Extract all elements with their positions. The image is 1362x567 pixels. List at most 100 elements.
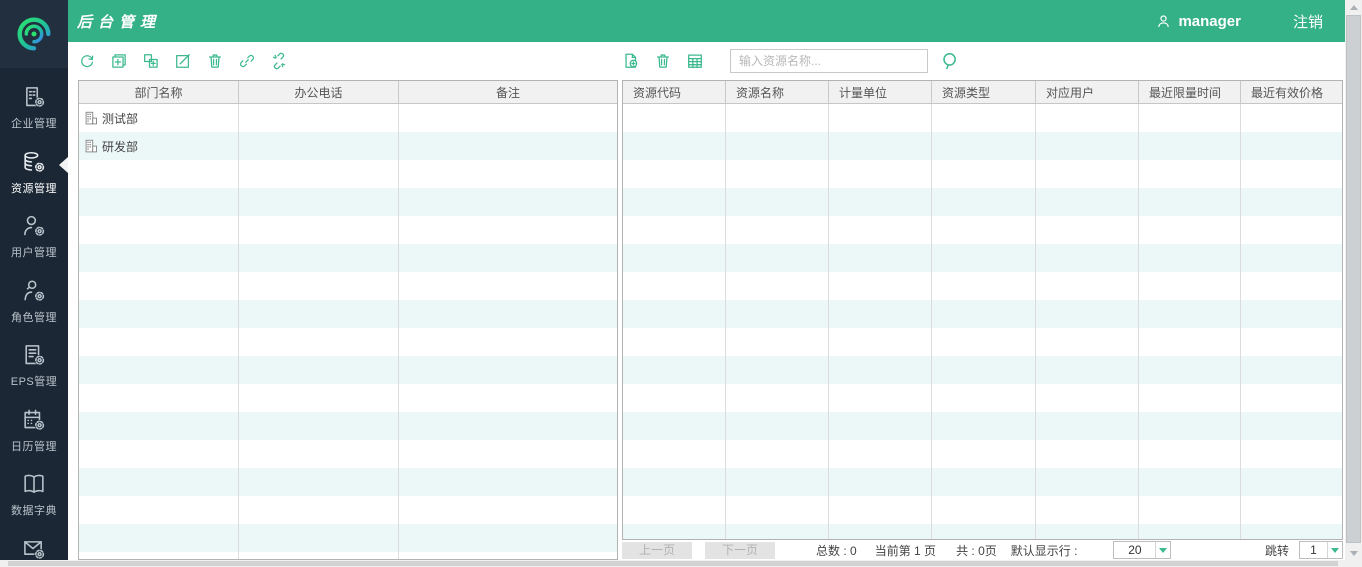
app-logo[interactable] <box>0 0 68 68</box>
column-header[interactable]: 办公电话 <box>239 81 399 103</box>
add-doc-icon[interactable] <box>622 52 640 70</box>
document-gear-icon <box>21 342 47 368</box>
next-page-button[interactable]: 下一页 <box>705 542 775 559</box>
column-divider <box>1138 104 1139 539</box>
jump-page-select[interactable]: 1 <box>1299 541 1343 559</box>
logout-link[interactable]: 注销 <box>1293 11 1323 32</box>
jump-page-value: 1 <box>1300 543 1327 557</box>
rows-per-page-label: 默认显示行 : <box>1011 542 1078 559</box>
link-icon[interactable] <box>238 52 256 70</box>
sidebar-item-EPS管理[interactable]: EPS管理 <box>0 336 68 401</box>
page-title: 后台管理 <box>68 11 161 32</box>
column-header[interactable]: 计量单位 <box>829 81 932 103</box>
book-icon <box>21 471 47 497</box>
column-divider <box>1240 104 1241 539</box>
department-toolbar <box>78 42 618 80</box>
column-header[interactable]: 最近限量时间 <box>1139 81 1241 103</box>
delete-icon[interactable] <box>654 52 672 70</box>
department-row[interactable]: 测试部 <box>79 104 617 132</box>
vertical-scrollbar-thumb[interactable] <box>1346 15 1361 543</box>
department-table: 部门名称办公电话备注 测试部 研发部 <box>78 80 618 560</box>
horizontal-scrollbar[interactable] <box>0 560 1345 567</box>
role-gear-icon <box>21 278 47 304</box>
total-count-label: 总数 : 0 <box>816 542 857 559</box>
current-page-label: 当前第 1 页 <box>875 542 936 559</box>
building-icon <box>84 139 99 154</box>
delete-icon[interactable] <box>206 52 224 70</box>
horizontal-scrollbar-thumb[interactable] <box>8 561 1338 566</box>
sidebar-item-label: 用户管理 <box>11 244 57 260</box>
unlink-icon[interactable] <box>270 52 288 70</box>
department-name: 测试部 <box>102 110 138 127</box>
sidebar-item-企业管理[interactable]: 企业管理 <box>0 78 68 143</box>
vertical-scrollbar[interactable] <box>1345 0 1362 560</box>
department-panel: 部门名称办公电话备注 测试部 研发部 <box>78 42 618 560</box>
sidebar-item-日历管理[interactable]: 日历管理 <box>0 401 68 466</box>
column-divider <box>828 104 829 539</box>
resource-toolbar <box>622 42 1343 80</box>
sidebar-item-label: 角色管理 <box>11 309 57 325</box>
column-header[interactable]: 最近有效价格 <box>1241 81 1342 103</box>
column-header[interactable]: 备注 <box>399 81 617 103</box>
page-count-label: 共 : 0页 <box>956 542 997 559</box>
copy-add-icon[interactable] <box>142 52 160 70</box>
building-icon <box>84 111 99 126</box>
scroll-up-arrow-icon[interactable] <box>1345 0 1362 14</box>
scrollbar-corner <box>1345 560 1362 567</box>
refresh-icon[interactable] <box>78 52 96 70</box>
resource-search-input[interactable] <box>730 49 928 73</box>
search-icon[interactable] <box>940 51 960 71</box>
jump-label: 跳转 <box>1265 542 1289 559</box>
sidebar-menu: 企业管理 资源管理 用户管理 角色管理 EPS管理 日历管理 数据字典 邮件配置 <box>0 78 68 567</box>
sidebar-item-label: 数据字典 <box>11 502 57 518</box>
chevron-down-icon <box>1155 542 1170 558</box>
edit-icon[interactable] <box>174 52 192 70</box>
sidebar-item-角色管理[interactable]: 角色管理 <box>0 272 68 337</box>
resource-table-body <box>623 104 1342 539</box>
user-icon <box>1155 13 1172 30</box>
app-window: 企业管理 资源管理 用户管理 角色管理 EPS管理 日历管理 数据字典 邮件配置… <box>0 0 1362 567</box>
column-header[interactable]: 对应用户 <box>1036 81 1139 103</box>
user-gear-icon <box>21 213 47 239</box>
sidebar-item-用户管理[interactable]: 用户管理 <box>0 207 68 272</box>
chevron-down-icon <box>1327 542 1342 558</box>
column-divider <box>238 104 239 559</box>
column-header[interactable]: 资源类型 <box>932 81 1036 103</box>
building-gear-icon <box>21 84 47 110</box>
resource-panel: 资源代码资源名称计量单位资源类型对应用户最近限量时间最近有效价格 上一页 下一页… <box>622 42 1343 560</box>
column-divider <box>725 104 726 539</box>
swirl-logo-icon <box>12 12 56 56</box>
department-name: 研发部 <box>102 138 138 155</box>
resource-table-header: 资源代码资源名称计量单位资源类型对应用户最近限量时间最近有效价格 <box>623 81 1342 104</box>
sidebar-item-数据字典[interactable]: 数据字典 <box>0 465 68 530</box>
sidebar-item-label: 日历管理 <box>11 438 57 454</box>
resource-table: 资源代码资源名称计量单位资源类型对应用户最近限量时间最近有效价格 <box>622 80 1343 540</box>
column-divider <box>398 104 399 559</box>
prev-page-button[interactable]: 上一页 <box>622 542 692 559</box>
sidebar-item-label: EPS管理 <box>11 373 58 389</box>
pagination-bar: 上一页 下一页 总数 : 0 当前第 1 页 共 : 0页 默认显示行 : 20… <box>622 540 1343 560</box>
database-gear-icon <box>21 149 47 175</box>
sidebar-item-资源管理[interactable]: 资源管理 <box>0 143 68 208</box>
page-size-select[interactable]: 20 <box>1113 541 1171 559</box>
column-divider <box>931 104 932 539</box>
page-size-value: 20 <box>1114 543 1155 557</box>
column-header[interactable]: 资源名称 <box>726 81 829 103</box>
username[interactable]: manager <box>1178 13 1241 30</box>
mail-gear-icon <box>21 536 47 562</box>
resource-toolbar-icons <box>622 52 718 70</box>
sidebar-item-label: 企业管理 <box>11 115 57 131</box>
add-icon[interactable] <box>110 52 128 70</box>
main-content: 部门名称办公电话备注 测试部 研发部 <box>68 42 1345 560</box>
column-header[interactable]: 资源代码 <box>623 81 726 103</box>
table-icon[interactable] <box>686 52 704 70</box>
calendar-gear-icon <box>21 407 47 433</box>
sidebar: 企业管理 资源管理 用户管理 角色管理 EPS管理 日历管理 数据字典 邮件配置 <box>0 0 68 567</box>
department-row[interactable]: 研发部 <box>79 132 617 160</box>
scroll-down-arrow-icon[interactable] <box>1345 546 1362 560</box>
top-header: 后台管理 manager 注销 <box>68 0 1345 42</box>
user-area: manager 注销 <box>1155 11 1345 32</box>
column-header[interactable]: 部门名称 <box>79 81 239 103</box>
department-table-body: 测试部 研发部 <box>79 104 617 559</box>
department-table-header: 部门名称办公电话备注 <box>79 81 617 104</box>
